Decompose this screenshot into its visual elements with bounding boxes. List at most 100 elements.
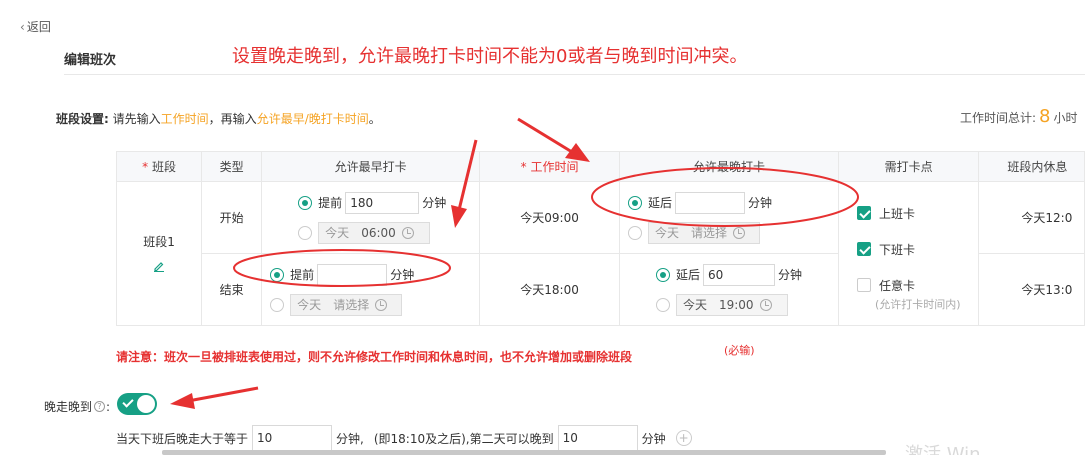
header-checkpoints: 需打卡点 [837, 151, 980, 182]
hint-highlight: 允许最早/晚打卡时间 [256, 112, 369, 126]
hint-text: ，再输入 [208, 112, 257, 126]
late-leave-label: 晚走晚到 ? : [44, 398, 110, 415]
checkbox-icon[interactable] [856, 278, 871, 292]
chevron-left-icon: ‹ [20, 19, 25, 34]
earliest-option-offset[interactable]: 提前 180 分钟 [298, 191, 447, 214]
watermark: 激活 Win [905, 444, 981, 455]
rule-text: (即18:10及之后) [373, 431, 466, 446]
earliest-minutes-input[interactable] [317, 263, 388, 286]
latest-time-picker[interactable]: 今天 19:00 [675, 293, 788, 316]
rule-unit: 分钟, [336, 431, 364, 446]
edit-icon[interactable] [153, 260, 165, 272]
late-leave-colon: : [106, 399, 111, 414]
radio-icon[interactable] [627, 195, 642, 210]
required-mark: * [142, 160, 149, 174]
earliest-time-picker[interactable]: 今天 请选择 [290, 293, 403, 316]
annotation-arrow [170, 386, 259, 409]
section-hint: 班段设置: 请先输入工作时间，再输入允许最早/晚打卡时间。 [56, 110, 381, 127]
option-label: 提前 [290, 268, 315, 282]
table-header-row: * 班段 类型 允许最早打卡 * 工作时间 允许最晚打卡 需打卡点 班段内休息 [115, 151, 1085, 182]
radio-icon[interactable] [627, 225, 642, 240]
page-title: 编辑班次 [64, 53, 117, 68]
checkbox-icon[interactable] [856, 206, 871, 220]
add-icon[interactable]: + [675, 430, 692, 446]
earliest-time-picker[interactable]: 今天 06:00 [318, 221, 431, 244]
hint-text: 。 [368, 112, 381, 126]
annotation-banner: 设置晚走晚到，允许最晚打卡时间不能为0或者与晚到时间冲突。 [232, 46, 748, 67]
radio-icon[interactable] [298, 225, 313, 240]
checkpoint-clock-out[interactable]: 下班卡 [856, 238, 915, 260]
earliest-cell: 提前 180 分钟 今天 06:00 [261, 181, 481, 254]
horizontal-scrollbar[interactable] [162, 450, 886, 455]
earliest-minutes-input[interactable]: 180 [345, 191, 420, 214]
latest-minutes-input[interactable]: 60 [702, 263, 775, 286]
total-unit: 小时 [1053, 111, 1078, 125]
unit-label: 分钟 [422, 196, 447, 210]
rule-text: ,第二天可以晚到 [465, 431, 554, 446]
latest-option-offset[interactable]: 延后 60 分钟 [655, 263, 802, 286]
header-earliest: 允许最早打卡 [261, 151, 481, 182]
latest-option-time[interactable]: 今天 请选择 [627, 221, 760, 244]
checkpoint-label: 下班卡 [878, 242, 915, 257]
header-work-time: * 工作时间 [479, 151, 620, 182]
picker-day: 今天 [297, 298, 322, 312]
header-latest: 允许最晚打卡 [618, 151, 839, 182]
work-time-cell: 今天18:00 [479, 253, 620, 326]
checkpoints-cell: 上班卡 下班卡 任意卡 (允许打卡时间内) [837, 181, 980, 326]
table-row: 班段1 开始 提前 180 分钟 今天 06:00 今天09:00 延后 分钟 … [115, 181, 1085, 326]
work-time-cell: 今天09:00 [479, 181, 620, 254]
checkpoint-label: 上班卡 [878, 206, 915, 221]
picker-day: 今天 [325, 226, 350, 240]
required-mark: * [520, 160, 527, 174]
checkpoint-any[interactable]: 任意卡 [856, 274, 915, 296]
option-label: 提前 [318, 196, 343, 210]
checkpoint-note: (允许打卡时间内) [874, 298, 961, 311]
rest-cell: 今天12:0 [978, 181, 1085, 254]
check-icon [122, 396, 134, 408]
radio-icon[interactable] [655, 297, 670, 312]
rule-text: 当天下班后晚走大于等于 [116, 431, 249, 446]
radio-icon[interactable] [270, 297, 285, 312]
late-leave-toggle[interactable] [117, 393, 157, 415]
unit-label: 分钟 [747, 196, 772, 210]
latest-option-offset[interactable]: 延后 分钟 [627, 191, 772, 214]
latest-option-time[interactable]: 今天 19:00 [655, 293, 788, 316]
checkpoint-label: 任意卡 [878, 278, 915, 293]
picker-time: 19:00 [718, 297, 754, 312]
late-leave-minutes-input[interactable]: 10 [252, 425, 333, 451]
late-leave-rule: 当天下班后晚走大于等于 10 分钟, (即18:10及之后) ,第二天可以晚到 … [116, 425, 692, 451]
type-cell: 结束 [201, 253, 263, 326]
total-work-time: 工作时间总计: 8 小时 [960, 106, 1078, 127]
picker-time: 请选择 [690, 226, 727, 240]
picker-day: 今天 [654, 226, 679, 240]
radio-icon[interactable] [655, 267, 670, 282]
header-label: 工作时间 [530, 160, 579, 174]
latest-cell: 延后 60 分钟 今天 19:00 [618, 253, 839, 326]
header-label: 班段 [151, 160, 176, 174]
hint-highlight: 工作时间 [160, 112, 209, 126]
radio-icon[interactable] [298, 195, 313, 210]
header-type: 类型 [201, 151, 263, 182]
checkpoint-clock-in[interactable]: 上班卡 [856, 202, 915, 224]
earliest-option-time[interactable]: 今天 请选择 [270, 293, 403, 316]
radio-icon[interactable] [270, 267, 285, 282]
earliest-option-offset[interactable]: 提前 分钟 [270, 263, 415, 286]
segment-name: 班段1 [143, 234, 175, 249]
type-cell: 开始 [201, 181, 263, 254]
rule-unit: 分钟 [641, 431, 666, 446]
back-link[interactable]: ‹ 返回 [20, 18, 51, 35]
help-icon[interactable]: ? [94, 401, 106, 412]
latest-minutes-input[interactable] [674, 191, 745, 214]
option-label: 延后 [647, 196, 672, 210]
late-leave-text: 晚走晚到 [44, 400, 93, 414]
checkbox-icon[interactable] [856, 242, 871, 256]
header-rest: 班段内休息 [978, 151, 1085, 182]
late-arrive-minutes-input[interactable]: 10 [557, 425, 638, 451]
option-label: 延后 [675, 268, 700, 282]
shift-table: * 班段 类型 允许最早打卡 * 工作时间 允许最晚打卡 需打卡点 班段内休息 … [115, 151, 1085, 326]
unit-label: 分钟 [390, 268, 415, 282]
section-label: 班段设置: [56, 112, 109, 126]
latest-time-picker[interactable]: 今天 请选择 [647, 221, 760, 244]
clock-icon [375, 298, 388, 311]
earliest-option-time[interactable]: 今天 06:00 [298, 221, 431, 244]
